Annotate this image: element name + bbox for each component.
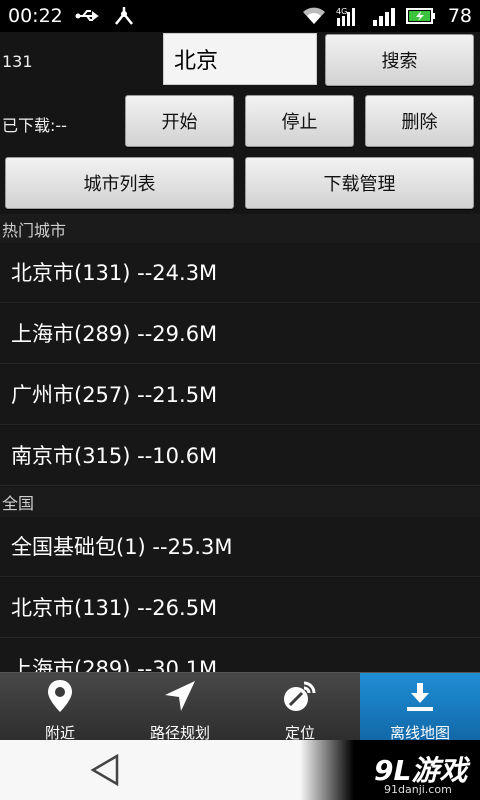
usb-icon	[75, 8, 101, 24]
tab-offline-map[interactable]: 离线地图	[360, 673, 480, 742]
list-item[interactable]: 北京市(131) --26.5M	[0, 578, 480, 638]
signal-icon	[372, 6, 396, 26]
delete-button[interactable]: 删除	[365, 95, 474, 147]
list-item[interactable]: 上海市(289) --29.6M	[0, 304, 480, 364]
tab-route-planning[interactable]: 路径规划	[120, 673, 240, 742]
list-item[interactable]: 全国基础包(1) --25.3M	[0, 517, 480, 577]
wifi-icon	[302, 7, 326, 25]
list-item[interactable]: 上海市(289) --30.1M	[0, 639, 480, 672]
navigation-arrow-icon	[163, 679, 197, 717]
download-icon	[403, 679, 437, 717]
city-list-button[interactable]: 城市列表	[5, 157, 234, 209]
list-item[interactable]: 北京市(131) --24.3M	[0, 243, 480, 303]
battery-charging-icon	[405, 8, 436, 24]
watermark-site: 91danji.com	[384, 783, 452, 796]
status-bar: 00:22 4G 78	[0, 0, 480, 32]
download-manage-button[interactable]: 下载管理	[245, 157, 474, 209]
bottom-tab-bar: 附近 路径规划 定位 离线地图	[0, 672, 480, 742]
city-id-label: 131	[2, 52, 33, 71]
tab-locate[interactable]: 定位	[240, 673, 360, 742]
national-header: 全国	[0, 487, 480, 521]
svg-text:4G: 4G	[336, 7, 347, 16]
status-time: 00:22	[8, 5, 63, 27]
battery-level: 78	[447, 5, 472, 27]
search-button[interactable]: 搜索	[325, 34, 474, 86]
downloaded-status: 已下载:--	[2, 116, 67, 135]
satellite-dish-icon	[282, 679, 318, 717]
start-button[interactable]: 开始	[125, 95, 234, 147]
tab-nearby[interactable]: 附近	[0, 673, 120, 742]
city-search-input[interactable]	[163, 33, 317, 85]
tethering-icon	[113, 6, 135, 26]
list-item[interactable]: 南京市(315) --10.6M	[0, 426, 480, 486]
signal-4g-icon: 4G	[336, 6, 362, 26]
location-pin-icon	[46, 679, 74, 717]
offline-map-panel: 131 搜索 已下载:-- 开始 停止 删除 城市列表 下载管理 热门城市 北京…	[0, 32, 480, 672]
list-item[interactable]: 广州市(257) --21.5M	[0, 365, 480, 425]
back-arrow-icon[interactable]	[90, 753, 120, 787]
stop-button[interactable]: 停止	[245, 95, 354, 147]
